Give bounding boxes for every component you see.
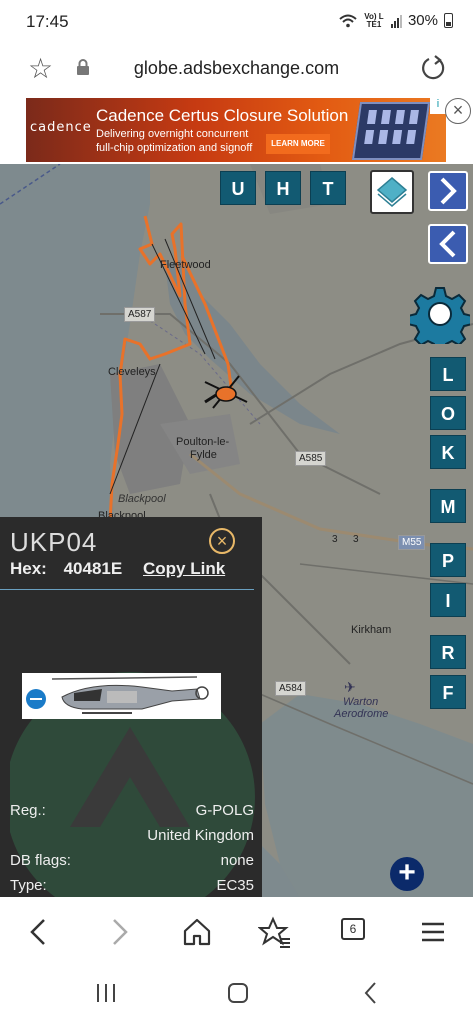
settings-gear-icon[interactable] — [410, 284, 470, 344]
menu-icon[interactable] — [416, 915, 450, 949]
hex-value: 40481E — [63, 559, 123, 578]
map-button-p[interactable]: P — [430, 543, 466, 577]
forward-icon[interactable] — [102, 915, 136, 949]
map-button-l[interactable]: L — [430, 357, 466, 391]
network-label: Vo) LTE1 — [364, 11, 384, 29]
browser-toolbar: 6 — [0, 897, 473, 967]
url-text[interactable]: globe.adsbexchange.com — [0, 58, 473, 79]
map-button-o[interactable]: O — [430, 396, 466, 430]
hex-label: Hex: — [10, 559, 47, 578]
close-panel-button[interactable]: × — [209, 528, 235, 554]
map-label-kirkham: Kirkham — [351, 624, 392, 636]
aircraft-callsign: UKP04 — [10, 527, 98, 557]
copy-link-button[interactable]: Copy Link — [143, 559, 225, 579]
road-badge-a587: A587 — [124, 307, 156, 322]
map-button-u[interactable]: U — [220, 171, 256, 205]
map-button-r[interactable]: R — [430, 635, 466, 669]
wifi-icon — [339, 14, 357, 27]
road-badge-a584: A584 — [275, 681, 307, 696]
layers-icon — [376, 177, 408, 207]
map-label-blackpool-italic: Blackpool — [118, 493, 166, 505]
type-value: EC35 — [216, 877, 254, 894]
previous-button[interactable] — [428, 224, 468, 264]
status-icons: Vo) LTE1 30% — [339, 12, 453, 29]
system-nav-bar — [0, 967, 473, 1024]
reload-icon[interactable] — [419, 54, 447, 82]
ad-learn-more-button[interactable]: LEARN MORE — [266, 134, 330, 154]
tabs-button[interactable]: 6 — [341, 918, 365, 940]
home-icon[interactable] — [180, 915, 214, 949]
battery-percent: 30% — [407, 12, 438, 29]
reg-value: G-POLG — [195, 802, 254, 819]
helicopter-marker-icon[interactable] — [203, 374, 249, 410]
zoom-in-button[interactable]: + — [390, 857, 424, 891]
road-badge-m55: M55 — [398, 535, 426, 550]
signal-icon — [390, 14, 402, 28]
ad-subtitle-2: full-chip optimization and signoff — [96, 142, 253, 154]
helicopter-photo-icon — [26, 676, 209, 714]
chip-graphic-icon — [351, 102, 431, 160]
aircraft-info-panel: UKP04 × Hex: 40481E Copy Link Reg.: G-PO… — [0, 517, 262, 897]
chevron-right-icon — [440, 177, 457, 205]
status-bar: 17:45 Vo) LTE1 30% — [0, 0, 473, 42]
map-button-f[interactable]: F — [430, 675, 466, 709]
ad-banner[interactable]: cadence Cadence Certus Closure Solution … — [26, 98, 446, 162]
map-label-poulton-2: Fylde — [190, 449, 217, 461]
bookmarks-icon[interactable] — [258, 915, 292, 949]
road-junction-3b: 3 — [353, 534, 359, 545]
layers-button[interactable] — [370, 170, 414, 214]
map-button-k[interactable]: K — [430, 435, 466, 469]
panel-divider — [0, 589, 254, 590]
map-button-t[interactable]: T — [310, 171, 346, 205]
next-button[interactable] — [428, 171, 468, 211]
dbflags-label: DB flags: — [10, 852, 71, 869]
road-badge-a585: A585 — [295, 451, 327, 466]
airport-icon: ✈ — [344, 679, 356, 695]
hex-row: Hex: 40481E — [10, 559, 122, 579]
back-icon[interactable] — [22, 915, 56, 949]
type-label: Type: — [10, 877, 47, 894]
status-time: 17:45 — [26, 12, 69, 31]
url-bar: ☆ globe.adsbexchange.com — [0, 42, 473, 98]
map-label-cleveleys: Cleveleys — [108, 366, 156, 378]
map-label-warton-1: Warton — [343, 696, 379, 708]
map-label-poulton-1: Poulton-le- — [176, 436, 230, 448]
reg-label: Reg.: — [10, 802, 46, 819]
ad-title: Cadence Certus Closure Solution — [96, 106, 349, 125]
ad-info-icon[interactable]: i — [430, 98, 446, 114]
dbflags-value: none — [220, 852, 254, 869]
map-button-h[interactable]: H — [265, 171, 301, 205]
home-nav-icon[interactable] — [225, 980, 251, 1006]
battery-icon — [444, 13, 453, 28]
back-nav-icon[interactable] — [358, 980, 384, 1006]
map-button-i[interactable]: I — [430, 583, 466, 617]
ad-subtitle-1: Delivering overnight concurrent — [96, 128, 249, 140]
map-label-fleetwood: Fleetwood — [160, 259, 211, 271]
road-junction-3a: 3 — [332, 534, 338, 545]
chevron-left-icon — [439, 230, 456, 258]
map-button-m[interactable]: M — [430, 489, 466, 523]
ad-brand: cadence — [30, 120, 92, 135]
map-label-warton-2: Aerodrome — [334, 708, 389, 720]
country-value: United Kingdom — [147, 827, 254, 844]
ad-banner-area: cadence Cadence Certus Closure Solution … — [0, 98, 473, 164]
aircraft-photo[interactable] — [22, 673, 221, 719]
ad-close-button[interactable]: × — [445, 98, 471, 124]
recent-apps-icon[interactable] — [93, 981, 119, 1005]
